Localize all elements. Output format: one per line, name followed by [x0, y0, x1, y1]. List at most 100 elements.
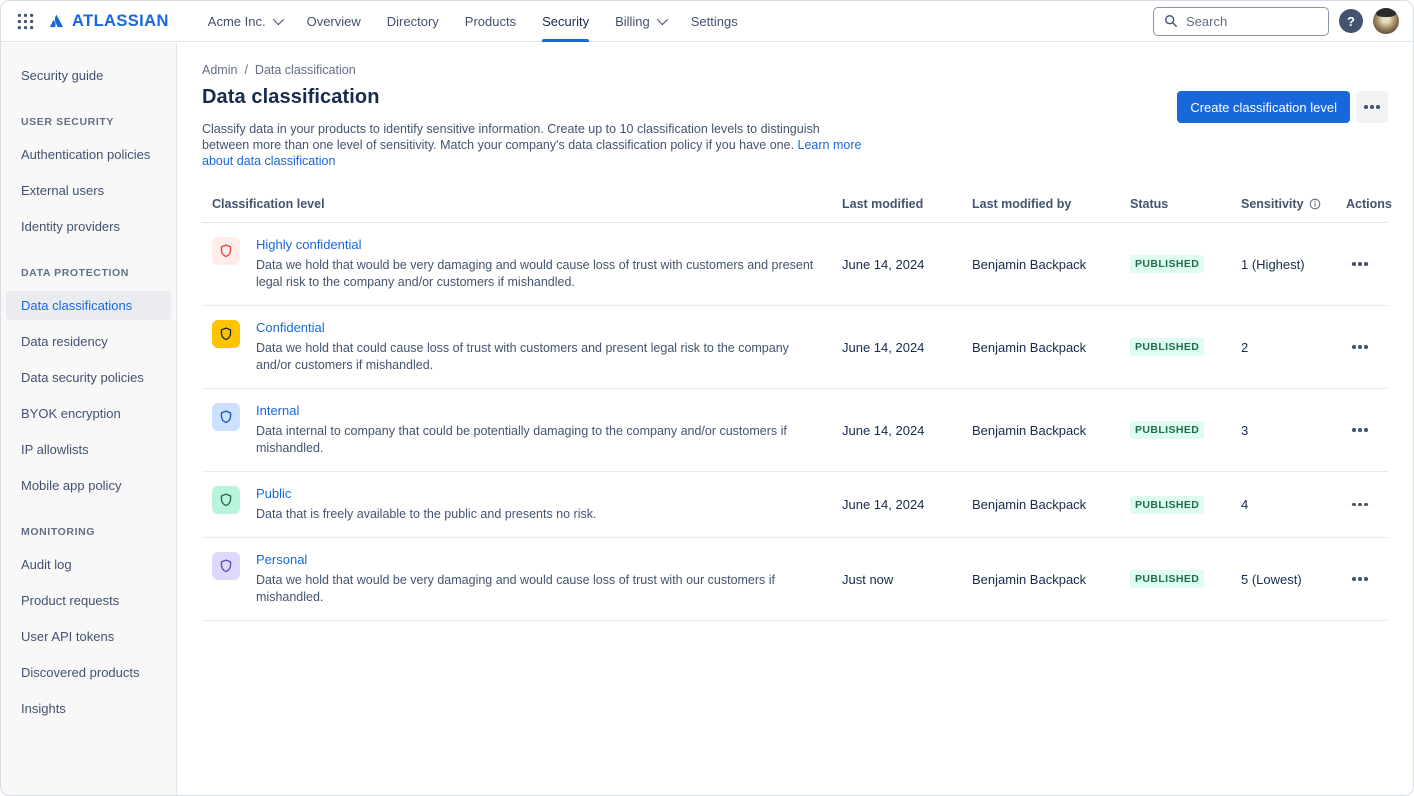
main-content: Admin / Data classification Data classif… [178, 43, 1413, 795]
table-header: Classification level Last modified Last … [202, 191, 1388, 223]
sidebar-item-insights[interactable]: Insights [1, 694, 176, 723]
sidebar-item-data-residency[interactable]: Data residency [1, 327, 176, 356]
row-actions-button[interactable] [1346, 420, 1374, 440]
classification-description: Data we hold that would be very damaging… [256, 257, 822, 291]
logo-wordmark: ATLASSIAN [72, 12, 169, 31]
classification-description: Data that is freely available to the pub… [256, 506, 596, 523]
shield-icon [212, 486, 240, 514]
shield-icon [212, 403, 240, 431]
sidebar-item-mobile-app-policy[interactable]: Mobile app policy [1, 471, 176, 500]
top-navigation-bar: ATLASSIAN Acme Inc. Overview Directory P… [1, 1, 1413, 42]
last-modified-by-cell: Benjamin Backpack [962, 485, 1120, 524]
last-modified-by-cell: Benjamin Backpack [962, 245, 1120, 284]
status-badge: PUBLISHED [1130, 255, 1204, 273]
classification-link[interactable]: Internal [256, 403, 299, 418]
sensitivity-cell: 5 (Lowest) [1231, 560, 1336, 599]
breadcrumb-admin[interactable]: Admin [202, 63, 237, 77]
table-row: Highly confidential Data we hold that wo… [202, 223, 1388, 306]
table-row: Internal Data internal to company that c… [202, 389, 1388, 472]
classification-description: Data we hold that could cause loss of tr… [256, 340, 822, 374]
column-actions: Actions [1336, 191, 1390, 222]
search-icon [1164, 14, 1178, 28]
page-header: Data classification Classify data in you… [202, 86, 862, 169]
row-actions-button[interactable] [1346, 254, 1374, 274]
column-last-modified: Last modified [832, 191, 962, 222]
status-badge: PUBLISHED [1130, 496, 1204, 514]
atlassian-logo[interactable]: ATLASSIAN [47, 12, 169, 31]
column-classification-level: Classification level [202, 191, 832, 222]
sidebar-item-data-classifications[interactable]: Data classifications [6, 291, 171, 320]
app-switcher-button[interactable] [11, 7, 39, 35]
breadcrumb-current: Data classification [255, 63, 356, 77]
chevron-down-icon [657, 14, 668, 25]
last-modified-cell: June 14, 2024 [832, 411, 962, 450]
nav-item-billing[interactable]: Billing [602, 1, 678, 42]
topnav-right: ? [1153, 7, 1399, 36]
last-modified-cell: June 14, 2024 [832, 485, 962, 524]
shield-icon [212, 552, 240, 580]
classification-link[interactable]: Public [256, 486, 291, 501]
ellipsis-icon [1352, 503, 1356, 507]
column-sensitivity: Sensitivity [1231, 191, 1336, 222]
sensitivity-cell: 4 [1231, 485, 1336, 524]
last-modified-cell: Just now [832, 560, 962, 599]
classification-link[interactable]: Highly confidential [256, 237, 362, 252]
row-actions-button[interactable] [1346, 569, 1374, 589]
status-cell: PUBLISHED [1120, 484, 1231, 526]
search-input[interactable] [1186, 14, 1306, 29]
sensitivity-cell: 1 (Highest) [1231, 245, 1336, 284]
status-badge: PUBLISHED [1130, 421, 1204, 439]
breadcrumb-separator: / [244, 63, 247, 77]
sidebar-item-external-users[interactable]: External users [1, 176, 176, 205]
last-modified-cell: June 14, 2024 [832, 328, 962, 367]
status-badge: PUBLISHED [1130, 338, 1204, 356]
nav-item-directory[interactable]: Directory [374, 1, 452, 42]
last-modified-cell: June 14, 2024 [832, 245, 962, 284]
sidebar-item-audit-log[interactable]: Audit log [1, 550, 176, 579]
sidebar-section-monitoring: MONITORING [1, 522, 176, 542]
create-classification-level-button[interactable]: Create classification level [1177, 91, 1350, 123]
ellipsis-icon [1352, 577, 1356, 581]
column-status: Status [1120, 191, 1231, 222]
search-box[interactable] [1153, 7, 1329, 36]
sidebar-item-discovered-products[interactable]: Discovered products [1, 658, 176, 687]
status-badge: PUBLISHED [1130, 570, 1204, 588]
sidebar-item-data-security-policies[interactable]: Data security policies [1, 363, 176, 392]
org-switcher[interactable]: Acme Inc. [195, 1, 294, 42]
nav-item-products[interactable]: Products [452, 1, 529, 42]
nav-item-settings[interactable]: Settings [678, 1, 751, 42]
user-avatar[interactable] [1373, 8, 1399, 34]
sidebar-item-identity-providers[interactable]: Identity providers [1, 212, 176, 241]
sidebar-item-product-requests[interactable]: Product requests [1, 586, 176, 615]
primary-nav: Acme Inc. Overview Directory Products Se… [195, 1, 751, 42]
nav-item-overview[interactable]: Overview [294, 1, 374, 42]
table-row: Public Data that is freely available to … [202, 472, 1388, 538]
ellipsis-icon [1364, 105, 1368, 109]
page-title: Data classification [202, 86, 862, 109]
ellipsis-icon [1352, 428, 1356, 432]
sidebar-item-ip-allowlists[interactable]: IP allowlists [1, 435, 176, 464]
sidebar-item-authentication-policies[interactable]: Authentication policies [1, 140, 176, 169]
column-last-modified-by: Last modified by [962, 191, 1120, 222]
status-cell: PUBLISHED [1120, 558, 1231, 600]
table-row: Confidential Data we hold that could cau… [202, 306, 1388, 389]
page-more-actions-button[interactable] [1356, 91, 1388, 123]
last-modified-by-cell: Benjamin Backpack [962, 411, 1120, 450]
help-button[interactable]: ? [1339, 9, 1363, 33]
row-actions-button[interactable] [1346, 495, 1374, 515]
last-modified-by-cell: Benjamin Backpack [962, 328, 1120, 367]
classification-description: Data we hold that would be very damaging… [256, 572, 822, 606]
sidebar-item-byok-encryption[interactable]: BYOK encryption [1, 399, 176, 428]
status-cell: PUBLISHED [1120, 409, 1231, 451]
classification-link[interactable]: Confidential [256, 320, 325, 335]
info-icon[interactable] [1309, 198, 1321, 210]
question-mark-icon: ? [1347, 14, 1355, 29]
ellipsis-icon [1352, 262, 1356, 266]
sidebar-item-user-api-tokens[interactable]: User API tokens [1, 622, 176, 651]
row-actions-button[interactable] [1346, 337, 1374, 357]
shield-icon [212, 237, 240, 265]
sidebar-item-security-guide[interactable]: Security guide [1, 61, 176, 90]
nav-item-security[interactable]: Security [529, 1, 602, 42]
classification-link[interactable]: Personal [256, 552, 307, 567]
sensitivity-cell: 3 [1231, 411, 1336, 450]
